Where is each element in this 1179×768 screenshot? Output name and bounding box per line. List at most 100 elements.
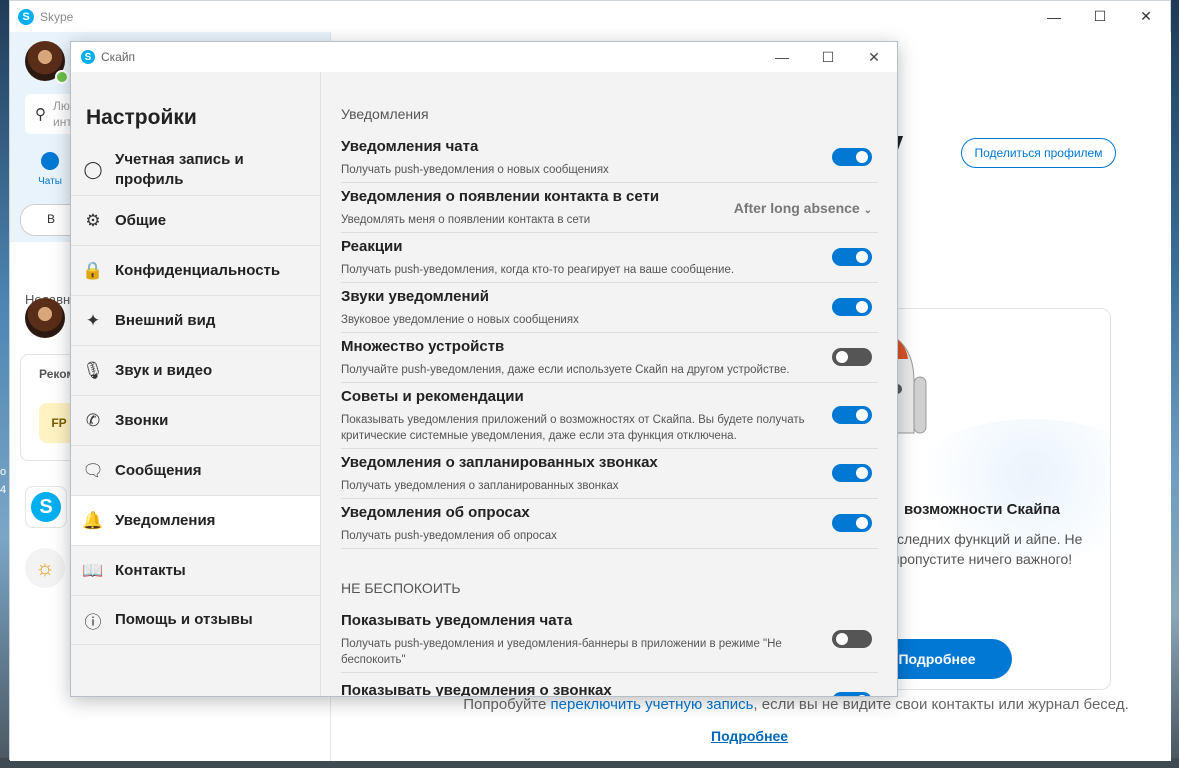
setting-title: Уведомления об опросах (341, 504, 530, 521)
desktop-background (0, 0, 9, 768)
setting-tips: Советы и рекомендации Показывать уведомл… (341, 388, 878, 449)
maximize-icon[interactable]: ☐ (805, 42, 851, 72)
microphone-icon: 🎙 (82, 360, 104, 380)
nav-item-label: Учетная запись и профиль (115, 151, 244, 188)
setting-chat-notifications: Уведомления чата Получать push-уведомлен… (341, 138, 878, 183)
main-window-title: Skype (40, 9, 74, 24)
contact-online-dropdown[interactable]: After long absence ⌄ (734, 200, 872, 216)
setting-desc: Получать push-уведомления о новых сообще… (341, 164, 609, 176)
setting-desc: Получать push-уведомления, когда кто-то … (341, 264, 735, 276)
promo-text: последних функций и айпе. Не пропустите … (881, 531, 1083, 567)
dnd-calls-toggle[interactable] (832, 692, 872, 696)
nav-item-account[interactable]: ◯ Учетная запись и профиль (71, 145, 320, 195)
setting-dnd-chat: Показывать уведомления чата Получать pus… (341, 612, 878, 673)
nav-item-label: Контакты (115, 561, 186, 579)
section-notifications: Уведомления (341, 106, 429, 122)
setting-title: Уведомления чата (341, 138, 479, 155)
nav-item-notifications[interactable]: 🔔 Уведомления (71, 495, 320, 545)
meet-label: В (47, 212, 56, 226)
setting-reactions: Реакции Получать push-уведомления, когда… (341, 238, 878, 283)
nav-item-help[interactable]: ⓘ Помощь и отзывы (71, 595, 320, 645)
recent-chat-avatar[interactable] (25, 298, 65, 338)
desktop-text: 4 (0, 484, 7, 496)
chat-bubble-icon: 🗨 (82, 460, 104, 480)
nav-item-audio-video[interactable]: 🎙 Звук и видео (71, 345, 320, 395)
section-do-not-disturb: НЕ БЕСПОКОИТЬ (341, 580, 461, 596)
settings-nav: Настройки ◯ Учетная запись и профиль ⚙ О… (71, 72, 321, 696)
setting-title: Показывать уведомления о звонках (341, 682, 612, 697)
setting-desc: Получать уведомления о запланированных з… (341, 480, 619, 492)
nav-item-calls[interactable]: ✆ Звонки (71, 395, 320, 445)
phone-icon: ✆ (85, 410, 101, 430)
setting-title: Показывать уведомления чата (341, 612, 573, 629)
nav-item-appearance[interactable]: ✦ Внешний вид (71, 295, 320, 345)
setting-title: Реакции (341, 238, 403, 255)
search-icon: ⚲ (35, 106, 46, 123)
setting-polls: Уведомления об опросах Получать push-уве… (341, 504, 878, 549)
setting-title: Уведомления о появлении контакта в сети (341, 188, 660, 205)
settings-window-title: Скайп (101, 50, 136, 64)
chevron-down-icon: ⌄ (863, 205, 872, 216)
settings-dialog: S Скайп — ☐ ✕ Настройки ◯ Учетная запись… (70, 41, 898, 697)
nav-item-label: Общие (115, 211, 167, 229)
info-icon: ⓘ (84, 612, 102, 632)
nav-item-label: Конфиденциальность (115, 261, 281, 279)
nav-item-messages[interactable]: 🗨 Сообщения (71, 445, 320, 495)
promo-title: возможности Скайпа (904, 501, 1060, 518)
setting-desc: Получать push-уведомления и уведомления-… (341, 638, 782, 666)
bottom-note-prefix: Попробуйте (463, 696, 551, 713)
setting-title: Звуки уведомлений (341, 288, 489, 305)
magic-wand-icon: ✦ (85, 310, 101, 330)
close-icon[interactable]: ✕ (1123, 1, 1169, 32)
switch-account-link[interactable]: переключить учетную запись (551, 696, 754, 713)
nav-item-privacy[interactable]: 🔒 Конфиденциальность (71, 245, 320, 295)
nav-item-label: Уведомления (115, 511, 216, 529)
nav-item-general[interactable]: ⚙ Общие (71, 195, 320, 245)
nav-item-contacts[interactable]: 📖 Контакты (71, 545, 320, 595)
setting-title: Уведомления о запланированных звонках (341, 454, 658, 471)
bell-icon: 🔔 (82, 510, 104, 530)
polls-toggle[interactable] (832, 514, 872, 532)
tab-chats-label: Чаты (38, 176, 62, 187)
skype-logo-icon: S (31, 492, 61, 522)
nav-item-label: Звук и видео (115, 361, 213, 379)
multiple-devices-toggle[interactable] (832, 348, 872, 366)
desktop-text: o (0, 466, 7, 478)
more-link[interactable]: Подробнее (711, 728, 788, 744)
bottom-note-suffix: , если вы не видите свои контакты или жу… (753, 696, 1129, 713)
notifications-settings: Уведомления Уведомления чата Получать pu… (321, 72, 897, 697)
setting-desc: Получать push-уведомления об опросах (341, 530, 557, 542)
setting-title: Советы и рекомендации (341, 388, 524, 405)
setting-desc: Получайте push-уведомления, даже если ис… (341, 364, 790, 376)
nav-item-label: Звонки (115, 411, 169, 429)
gear-icon: ⚙ (85, 210, 101, 230)
reactions-toggle[interactable] (832, 248, 872, 266)
notification-sounds-toggle[interactable] (832, 298, 872, 316)
tips-toggle[interactable] (832, 406, 872, 424)
setting-multiple-devices: Множество устройств Получайте push-уведо… (341, 338, 878, 383)
skype-chat-avatar[interactable]: S (25, 486, 67, 528)
close-icon[interactable]: ✕ (851, 42, 897, 72)
chat-bubble-icon (41, 152, 59, 170)
lock-icon: 🔒 (82, 260, 104, 280)
setting-desc: Звуковое уведомление о новых сообщениях (341, 314, 579, 326)
chat-notifications-toggle[interactable] (832, 148, 872, 166)
main-titlebar: S Skype (10, 1, 1170, 32)
minimize-icon[interactable]: — (759, 42, 805, 72)
dnd-chat-toggle[interactable] (832, 630, 872, 648)
contacts-book-icon: 📖 (82, 560, 104, 580)
share-profile-button[interactable]: Поделиться профилем (961, 138, 1116, 168)
setting-notification-sounds: Звуки уведомлений Звуковое уведомление о… (341, 288, 878, 333)
maximize-icon[interactable]: ☐ (1077, 1, 1123, 32)
bottom-note: Попробуйте переключить учетную запись, е… (421, 696, 1171, 713)
tab-chats[interactable]: Чаты (30, 152, 70, 187)
person-icon: ◯ (83, 160, 103, 179)
lightbulb-icon[interactable]: ☼ (25, 548, 65, 588)
setting-desc: Показывать уведомления приложений о возм… (341, 414, 805, 442)
scheduled-calls-toggle[interactable] (832, 464, 872, 482)
minimize-icon[interactable]: — (1031, 1, 1077, 32)
nav-item-label: Внешний вид (115, 311, 216, 329)
setting-title: Множество устройств (341, 338, 505, 355)
setting-dnd-calls: Показывать уведомления о звонках (341, 682, 878, 697)
nav-item-label: Сообщения (115, 461, 202, 479)
